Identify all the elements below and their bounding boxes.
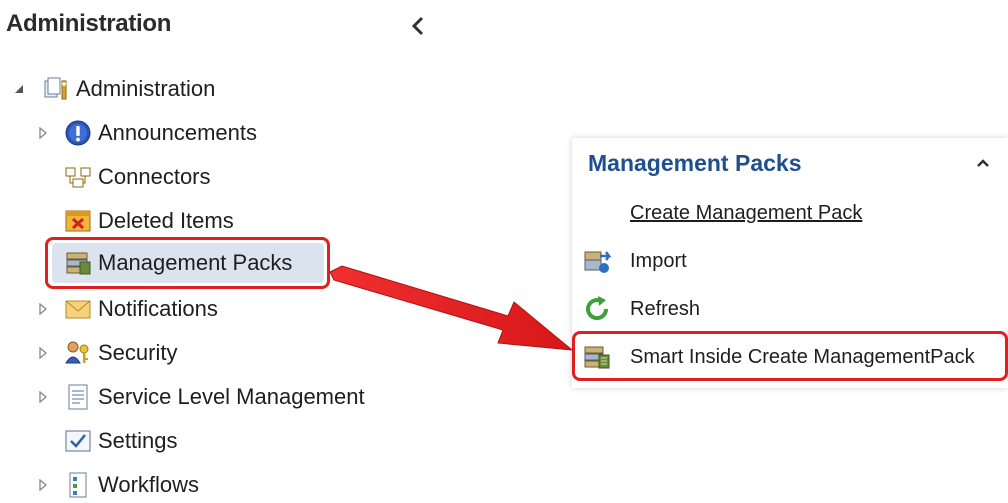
tree-item-label: Announcements	[98, 120, 257, 145]
task-import[interactable]: Import	[582, 243, 687, 279]
chevron-up-icon	[977, 159, 989, 167]
settings-check-icon	[64, 427, 92, 455]
tree-item-announcements[interactable]: Announcements	[36, 115, 257, 151]
collapsed-triangle-icon[interactable]	[36, 478, 50, 492]
tree-item-label: Settings	[98, 428, 178, 453]
management-packs-icon	[64, 249, 92, 277]
tree-item-security[interactable]: Security	[36, 335, 177, 371]
blank-icon	[582, 198, 612, 228]
tree-item-settings[interactable]: Settings	[64, 423, 178, 459]
task-create-management-pack[interactable]: Create Management Pack	[582, 195, 862, 231]
task-label: Create Management Pack	[630, 201, 863, 224]
envelope-icon	[64, 295, 92, 323]
task-smart-inside-create-managementpack[interactable]: Smart Inside Create ManagementPack	[582, 339, 975, 375]
document-icon	[64, 383, 92, 411]
tasks-panel-title: Management Packs	[588, 150, 802, 176]
tree-item-label: Administration	[76, 76, 216, 101]
tree-item-label: Service Level Management	[98, 384, 365, 409]
import-icon	[582, 246, 612, 276]
tree-item-workflows[interactable]: Workflows	[36, 467, 199, 503]
collapsed-triangle-icon[interactable]	[36, 346, 50, 360]
tree-item-deleted-items[interactable]: Deleted Items	[64, 203, 234, 239]
tree-item-management-packs[interactable]: Management Packs	[52, 243, 324, 283]
tree-item-service-level-management[interactable]: Service Level Management	[36, 379, 365, 415]
tree-item-label: Notifications	[98, 296, 218, 321]
connectors-icon	[64, 163, 92, 191]
tree-item-label: Management Packs	[98, 250, 293, 275]
workflows-icon	[64, 471, 92, 499]
tree-item-notifications[interactable]: Notifications	[36, 291, 218, 327]
task-label: Refresh	[630, 297, 701, 320]
tasks-panel: Management Packs Create Management Pack …	[572, 138, 1008, 388]
tree-item-label: Workflows	[98, 472, 200, 497]
chevron-left-icon	[411, 16, 424, 36]
security-users-icon	[64, 339, 92, 367]
task-label: Smart Inside Create ManagementPack	[630, 345, 975, 368]
collapsed-triangle-icon[interactable]	[36, 126, 50, 140]
tasks-panel-collapse-button[interactable]	[972, 152, 994, 174]
tree-item-label: Connectors	[98, 164, 211, 189]
tree-item-administration[interactable]: Administration	[12, 71, 215, 107]
announcement-info-icon	[64, 119, 92, 147]
expanded-triangle-icon[interactable]	[12, 82, 26, 96]
tree-item-connectors[interactable]: Connectors	[64, 159, 211, 195]
page-title: Administration	[6, 10, 172, 37]
collapsed-triangle-icon[interactable]	[36, 302, 50, 316]
collapsed-triangle-icon[interactable]	[36, 390, 50, 404]
administration-icon	[42, 75, 70, 103]
collapse-pane-button[interactable]	[404, 12, 432, 40]
tree-item-label: Security	[98, 340, 178, 365]
refresh-icon	[582, 294, 612, 324]
task-label: Import	[630, 249, 687, 272]
management-pack-icon	[582, 342, 612, 372]
task-refresh[interactable]: Refresh	[582, 291, 700, 327]
deleted-items-icon	[64, 207, 92, 235]
tree-item-label: Deleted Items	[98, 208, 234, 233]
